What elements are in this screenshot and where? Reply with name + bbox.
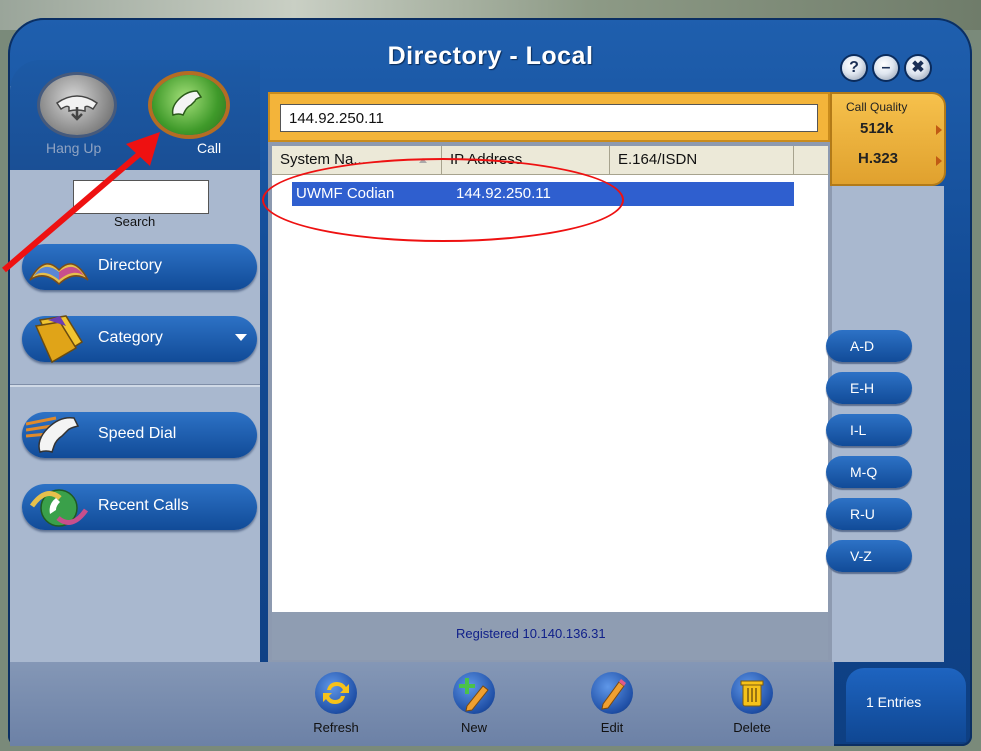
- filter-m-q-button[interactable]: M-Q: [826, 456, 912, 488]
- new-entry-icon: [453, 672, 495, 714]
- registration-status: Registered 10.140.136.31: [456, 626, 606, 641]
- filter-r-u-button[interactable]: R-U: [826, 498, 912, 530]
- delete-button[interactable]: Delete: [712, 672, 792, 735]
- nav-divider: [10, 384, 260, 387]
- help-button[interactable]: ?: [842, 56, 866, 80]
- annotation-arrow-icon: [2, 132, 160, 273]
- trash-icon: [731, 672, 773, 714]
- close-button[interactable]: ✖: [906, 56, 930, 80]
- nav-speed-dial-button[interactable]: Speed Dial: [22, 412, 257, 458]
- speed-dial-icon: [26, 416, 80, 453]
- address-input[interactable]: [280, 104, 818, 132]
- refresh-button[interactable]: Refresh: [296, 672, 376, 735]
- entries-count-panel: 1 Entries: [846, 668, 966, 742]
- refresh-icon: [315, 672, 357, 714]
- delete-label: Delete: [733, 720, 771, 735]
- chevron-right-icon: [936, 125, 942, 135]
- recent-calls-icon: [29, 489, 89, 527]
- hang-up-icon: [55, 95, 99, 121]
- phone-icon: [171, 90, 203, 117]
- pencil-icon: [591, 672, 633, 714]
- entries-count: 1 Entries: [866, 694, 922, 710]
- chevron-down-icon: [235, 334, 247, 341]
- edit-label: Edit: [600, 720, 624, 735]
- minimize-button[interactable]: –: [874, 56, 898, 80]
- call-rate[interactable]: 512k: [860, 120, 893, 137]
- filter-e-h-button[interactable]: E-H: [826, 372, 912, 404]
- column-header-e164[interactable]: E.164/ISDN: [610, 146, 794, 174]
- new-label: New: [460, 720, 487, 735]
- refresh-label: Refresh: [313, 720, 359, 735]
- nav-category-button[interactable]: Category: [22, 315, 257, 364]
- nav-recent-calls-label: Recent Calls: [98, 497, 189, 514]
- filter-a-d-button[interactable]: A-D: [826, 330, 912, 362]
- nav-speed-dial-label: Speed Dial: [98, 425, 177, 442]
- chevron-right-icon: [936, 156, 942, 166]
- folder-icon: [34, 315, 84, 364]
- call-quality-title: Call Quality: [846, 100, 908, 114]
- edit-button[interactable]: Edit: [572, 672, 652, 735]
- nav-category-label: Category: [98, 329, 163, 346]
- filter-i-l-button[interactable]: I-L: [826, 414, 912, 446]
- nav-recent-calls-button[interactable]: Recent Calls: [22, 484, 257, 530]
- bottom-toolbar: [10, 662, 834, 746]
- new-button[interactable]: New: [434, 672, 514, 735]
- annotation-ellipse: [262, 158, 624, 242]
- call-protocol[interactable]: H.323: [858, 150, 898, 167]
- call-label: Call: [197, 140, 222, 156]
- filter-v-z-button[interactable]: V-Z: [826, 540, 912, 572]
